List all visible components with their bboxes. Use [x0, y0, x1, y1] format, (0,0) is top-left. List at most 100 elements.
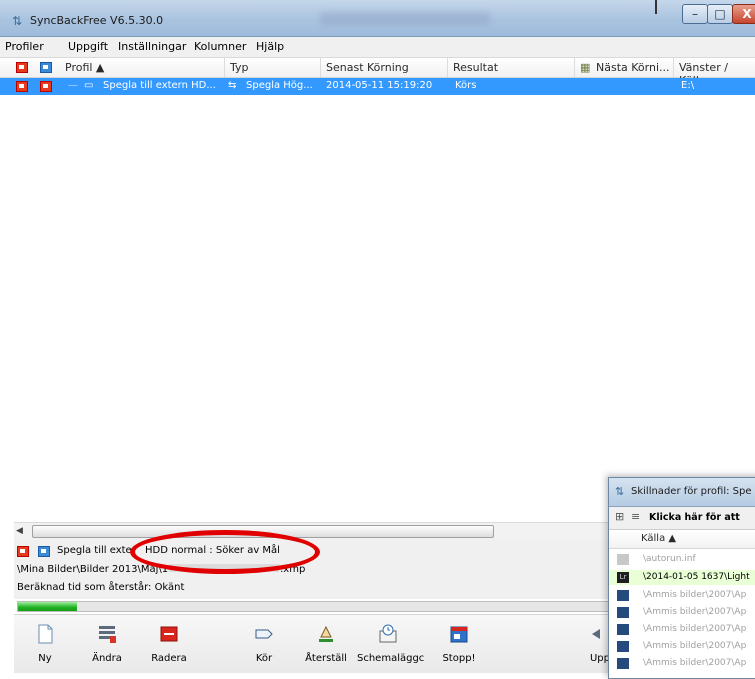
status-line-profile: Spegla till exter HDD normal : Söker av …	[57, 545, 280, 556]
list-header: Profil ▲ Typ Senast Körning Resultat ▦ N…	[0, 58, 755, 87]
profile-red-icon	[17, 546, 29, 557]
app-icon: ⇅	[615, 485, 625, 498]
menu-hjalp[interactable]: Hjälp	[256, 40, 284, 53]
scroll-left-icon[interactable]: ◀	[16, 526, 23, 536]
obscured-path	[169, 564, 280, 572]
column-resultat[interactable]: Resultat	[453, 61, 498, 74]
column-separator	[320, 58, 321, 77]
app-icon: ⇅	[12, 14, 23, 28]
maximize-button[interactable]: □	[707, 4, 733, 24]
column-separator	[224, 58, 225, 77]
run-label: Kör	[255, 653, 273, 664]
profile-red-icon	[40, 81, 52, 92]
new-label: Ny	[38, 653, 52, 664]
list-item-text: \Ammis bilder\2007\Ap	[643, 658, 747, 668]
list-item[interactable]: \Ammis bilder\2007\Ap	[609, 639, 755, 654]
schedule-button[interactable]: Schemaläggc	[357, 615, 425, 673]
list-item-text: \Ammis bilder\2007\Ap	[643, 590, 747, 600]
row-last-run: 2014-05-11 15:19:20	[326, 80, 433, 91]
mirror-icon: ⇆	[228, 80, 237, 91]
column-separator	[574, 58, 575, 77]
restore-icon	[319, 625, 333, 642]
list-item[interactable]: \Ammis bilder\2007\Ap	[609, 656, 755, 671]
menu-kolumner[interactable]: Kolumner	[194, 40, 246, 53]
column-kalla[interactable]: Källa ▲	[641, 533, 676, 544]
differences-toolbar: ⊞ ≡ Klicka här för att	[609, 507, 755, 530]
list-item[interactable]: Lr \2014-01-05 1637\Light	[609, 570, 755, 585]
status-scan-text: HDD normal : Söker av Mål	[144, 545, 280, 556]
schedule-label: Schemaläggc	[357, 653, 425, 664]
image-file-icon	[617, 624, 629, 635]
list-item[interactable]: \Ammis bilder\2007\Ap	[609, 588, 755, 603]
menu-uppgift[interactable]: Uppgift	[68, 40, 108, 53]
image-file-icon	[617, 590, 629, 601]
list-item-text: \2014-01-05 1637\Light	[643, 572, 750, 582]
title-divider	[655, 0, 657, 14]
title-bar: ⇅ SyncBackFree V6.5.30.0 – □ X	[0, 0, 755, 37]
row-result: Körs	[455, 80, 477, 91]
modify-label: Ändra	[92, 653, 122, 664]
list-item[interactable]: \Ammis bilder\2007\Ap	[609, 622, 755, 637]
profile-blue-icon	[38, 546, 50, 557]
stop-button[interactable]: Stopp!	[428, 615, 490, 673]
differences-title: Skillnader för profil: Spe	[631, 486, 752, 497]
row-type: Spegla Hög...	[246, 80, 313, 91]
list-item[interactable]: \autorun.inf	[609, 552, 755, 567]
differences-column-header: Källa ▲	[609, 530, 755, 549]
column-typ[interactable]: Typ	[230, 61, 249, 74]
progress-fill	[18, 602, 77, 611]
list-item-text: \autorun.inf	[643, 554, 696, 564]
blurred-title-area	[320, 12, 490, 26]
column-profil[interactable]: Profil ▲	[65, 61, 104, 74]
row-source: E:\	[681, 80, 695, 91]
status-time-remaining: Beräknad tid som återstår: Okänt	[17, 582, 185, 593]
image-file-icon	[617, 607, 629, 618]
column-separator	[673, 58, 674, 77]
status-path-prefix: \Mina Bilder\Bilder 2013\Maj\1	[17, 564, 169, 575]
scroll-thumb[interactable]	[32, 525, 494, 538]
tree-line: —	[68, 80, 78, 91]
modify-icon	[99, 626, 116, 643]
expand-icon[interactable]: ⊞	[615, 510, 624, 523]
new-button[interactable]: Ny	[14, 615, 76, 673]
list-item[interactable]: \Ammis bilder\2007\Ap	[609, 605, 755, 620]
list-item-text: \Ammis bilder\2007\Ap	[643, 641, 747, 651]
restore-label: Återställ	[305, 653, 347, 664]
status-path-suffix: .xmp	[280, 564, 306, 575]
minimize-button[interactable]: –	[682, 4, 708, 24]
profile-red-icon	[16, 62, 28, 73]
profile-red-icon	[16, 81, 28, 92]
image-file-icon	[617, 658, 629, 669]
profile-blue-icon	[40, 62, 52, 73]
restore-button[interactable]: Återställ	[295, 615, 357, 673]
drive-icon: ▭	[84, 80, 94, 91]
menu-profiler[interactable]: Profiler	[5, 40, 44, 53]
run-icon	[255, 629, 273, 639]
modify-button[interactable]: Ändra	[76, 615, 138, 673]
window-title: SyncBackFree V6.5.30.0	[30, 14, 164, 27]
list-item-text: \Ammis bilder\2007\Ap	[643, 624, 747, 634]
file-icon	[617, 554, 629, 565]
delete-button[interactable]: Radera	[138, 615, 200, 673]
differences-title-bar: ⇅ Skillnader för profil: Spe	[609, 478, 755, 507]
schedule-icon	[379, 624, 397, 643]
status-profile-prefix: Spegla till exter	[57, 545, 136, 556]
column-nasta-korning[interactable]: Nästa Körni...	[596, 61, 670, 74]
close-button[interactable]: X	[732, 4, 755, 24]
menu-bar: Profiler Uppgift Inställningar Kolumner …	[0, 37, 755, 58]
delete-label: Radera	[151, 653, 187, 664]
lightroom-icon: Lr	[617, 572, 629, 583]
status-line-path: \Mina Bilder\Bilder 2013\Maj\1 .xmp	[17, 564, 305, 575]
column-senast-korning[interactable]: Senast Körning	[326, 61, 409, 74]
column-separator	[447, 58, 448, 77]
row-profile-name: Spegla till extern HD...	[103, 80, 216, 91]
delete-icon	[160, 626, 178, 642]
schedule-icon: ▦	[580, 61, 591, 74]
run-button[interactable]: Kör	[233, 615, 295, 673]
click-here-link[interactable]: Klicka här för att	[649, 512, 740, 523]
stop-label: Stopp!	[442, 653, 476, 664]
image-file-icon	[617, 641, 629, 652]
collapse-icon[interactable]: ≡	[631, 510, 640, 523]
menu-installningar[interactable]: Inställningar	[118, 40, 186, 53]
stop-icon	[450, 626, 468, 643]
